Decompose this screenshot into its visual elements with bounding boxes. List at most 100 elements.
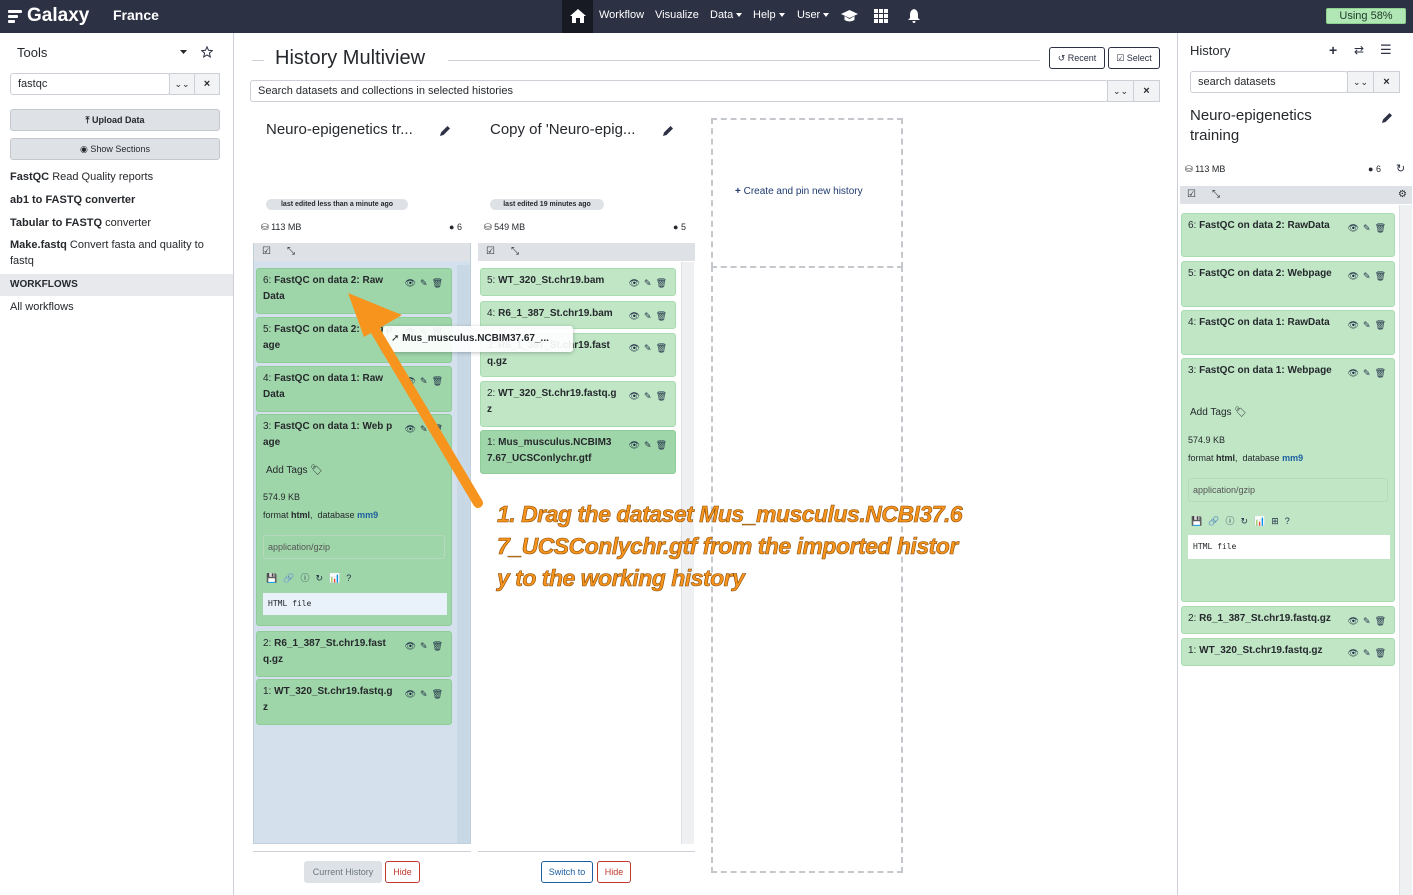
- dataset-item[interactable]: 4: R6_1_387_St.chr19.bam 👁✎🗑: [480, 301, 676, 329]
- pencil-icon[interactable]: ✎: [1363, 616, 1375, 626]
- gear-icon[interactable]: ⚙: [1398, 189, 1407, 200]
- advanced-search-button[interactable]: ⌄⌄: [169, 73, 195, 95]
- dataset-item[interactable]: 2: WT_320_St.chr19.fastq.gz 👁✎🗑: [480, 381, 676, 427]
- dataset-actions[interactable]: 👁✎🗑: [1348, 645, 1390, 661]
- grid-apps-icon[interactable]: [874, 9, 888, 23]
- plus-icon[interactable]: +: [1329, 42, 1337, 58]
- bell-icon[interactable]: [908, 9, 920, 23]
- dataset-actions[interactable]: 👁✎🗑: [629, 340, 671, 356]
- trash-icon[interactable]: 🗑: [1375, 648, 1390, 658]
- multiview-search-input[interactable]: Search datasets and collections in selec…: [250, 80, 1108, 102]
- hide-history-button[interactable]: Hide: [385, 861, 420, 883]
- eye-icon[interactable]: 👁: [629, 343, 644, 353]
- pencil-icon[interactable]: [663, 125, 674, 136]
- all-workflows-link[interactable]: All workflows: [10, 299, 74, 315]
- nav-workflow[interactable]: Workflow: [599, 0, 644, 33]
- pencil-icon[interactable]: [440, 125, 451, 136]
- eye-icon[interactable]: 👁: [405, 641, 420, 651]
- eye-icon[interactable]: 👁: [629, 440, 644, 450]
- trash-icon[interactable]: 🗑: [1375, 320, 1390, 330]
- pencil-icon[interactable]: ✎: [644, 440, 656, 450]
- help-icon[interactable]: ?: [346, 573, 357, 583]
- pencil-icon[interactable]: ✎: [644, 278, 656, 288]
- quota-meter[interactable]: Using 58%: [1326, 8, 1406, 24]
- dataset-item[interactable]: 2: R6_1_387_St.chr19.fastq.gz 👁✎🗑: [256, 631, 452, 677]
- clear-search-button[interactable]: ×: [1133, 80, 1160, 102]
- trash-icon[interactable]: 🗑: [1375, 223, 1390, 233]
- advanced-search-button[interactable]: ⌄⌄: [1347, 71, 1374, 93]
- add-tags-button[interactable]: Add Tags 🏷: [266, 463, 323, 479]
- eye-icon[interactable]: 👁: [629, 391, 644, 401]
- dataset-tool-icons[interactable]: 💾🔗ⓘ↻📊?: [266, 570, 357, 586]
- eye-icon[interactable]: 👁: [1348, 616, 1363, 626]
- chart-icon[interactable]: 📊: [329, 573, 346, 583]
- trash-icon[interactable]: 🗑: [432, 689, 447, 699]
- create-pin-link[interactable]: + Create and pin new history: [735, 186, 863, 197]
- eye-icon[interactable]: 👁: [1348, 368, 1363, 378]
- pencil-icon[interactable]: ✎: [420, 641, 432, 651]
- scrollbar[interactable]: [1399, 205, 1412, 895]
- dataset-actions[interactable]: 👁✎🗑: [1348, 613, 1390, 629]
- dataset-tool-icons[interactable]: 💾🔗ⓘ↻📊⊞?: [1191, 513, 1296, 529]
- display-type[interactable]: HTML file: [1188, 535, 1390, 559]
- collapse-icon[interactable]: ⤡: [1212, 189, 1220, 200]
- home-button[interactable]: [562, 0, 593, 33]
- dataset-item[interactable]: 2: R6_1_387_St.chr19.fastq.gz 👁✎🗑: [1181, 606, 1395, 634]
- nav-visualize[interactable]: Visualize: [655, 0, 699, 33]
- clear-search-button[interactable]: ×: [194, 73, 220, 95]
- info-icon[interactable]: ⓘ: [300, 573, 315, 583]
- select-button[interactable]: ☑ Select: [1108, 47, 1160, 69]
- pencil-icon[interactable]: ✎: [420, 689, 432, 699]
- nav-data[interactable]: Data: [710, 0, 743, 33]
- nav-user[interactable]: User: [797, 0, 830, 33]
- hide-history-button[interactable]: Hide: [597, 861, 631, 883]
- eye-icon[interactable]: 👁: [405, 689, 420, 699]
- advanced-search-button[interactable]: ⌄⌄: [1107, 80, 1134, 102]
- rerun-icon[interactable]: ↻: [1240, 516, 1254, 526]
- dataset-actions[interactable]: 👁✎🗑: [405, 686, 447, 702]
- dataset-item-dragged[interactable]: 1: Mus_musculus.NCBIM37.67_UCSConlychr.g…: [480, 430, 676, 474]
- pencil-icon[interactable]: ✎: [1363, 648, 1375, 658]
- dataset-actions[interactable]: 👁✎🗑: [405, 638, 447, 654]
- nav-help[interactable]: Help: [753, 0, 785, 33]
- add-tags-button[interactable]: Add Tags 🏷: [1190, 405, 1247, 421]
- galaxy-logo[interactable]: Galaxy: [8, 5, 89, 27]
- dataset-actions[interactable]: 👁✎🗑: [1348, 365, 1390, 381]
- select-all-icon[interactable]: ☑: [262, 246, 271, 257]
- dataset-actions[interactable]: 👁✎🗑: [629, 308, 671, 324]
- trash-icon[interactable]: 🗑: [432, 641, 447, 651]
- trash-icon[interactable]: 🗑: [1375, 616, 1390, 626]
- workflows-section-header[interactable]: WORKFLOWS: [0, 274, 233, 296]
- dataset-item[interactable]: 1: WT_320_St.chr19.fastq.gz 👁✎🗑: [1181, 638, 1395, 666]
- trash-icon[interactable]: 🗑: [656, 311, 671, 321]
- link-icon[interactable]: 🔗: [283, 573, 300, 583]
- dataset-actions[interactable]: 👁✎🗑: [1348, 268, 1390, 284]
- dataset-actions[interactable]: 👁✎🗑: [1348, 220, 1390, 236]
- caret-down-icon[interactable]: [180, 50, 187, 54]
- collapse-icon[interactable]: ⤡: [511, 246, 519, 257]
- display-type[interactable]: HTML file: [263, 593, 447, 615]
- dataset-actions[interactable]: 👁✎🗑: [629, 275, 671, 291]
- pencil-icon[interactable]: ✎: [1363, 271, 1375, 281]
- trash-icon[interactable]: 🗑: [656, 278, 671, 288]
- pencil-icon[interactable]: ✎: [1363, 368, 1375, 378]
- eye-icon[interactable]: 👁: [1348, 648, 1363, 658]
- dataset-item[interactable]: 5: FastQC on data 2: Webpage 👁✎🗑: [1181, 261, 1395, 307]
- chart-icon[interactable]: 📊: [1254, 516, 1271, 526]
- pencil-icon[interactable]: ✎: [1363, 223, 1375, 233]
- dataset-item-expanded[interactable]: 3: FastQC on data 1: Webpage 👁✎🗑 Add Tag…: [1181, 358, 1395, 602]
- dataset-item[interactable]: 6: FastQC on data 2: RawData 👁✎🗑: [1181, 213, 1395, 257]
- switch-history-icon[interactable]: ⇄: [1354, 43, 1364, 57]
- dataset-item[interactable]: 4: FastQC on data 1: RawData 👁✎🗑: [1181, 310, 1395, 355]
- eye-icon[interactable]: 👁: [1348, 271, 1363, 281]
- trash-icon[interactable]: 🗑: [656, 391, 671, 401]
- help-icon[interactable]: ?: [1285, 516, 1296, 526]
- select-all-icon[interactable]: ☑: [486, 246, 495, 257]
- menu-icon[interactable]: ☰: [1380, 42, 1392, 58]
- eye-icon[interactable]: 👁: [1348, 223, 1363, 233]
- select-all-icon[interactable]: ☑: [1187, 189, 1196, 200]
- pencil-icon[interactable]: [1382, 112, 1393, 123]
- tool-tabular-to-fastq[interactable]: Tabular to FASTQ converter: [10, 215, 151, 231]
- sitemap-icon[interactable]: ⊞: [1271, 516, 1285, 526]
- pencil-icon[interactable]: ✎: [644, 391, 656, 401]
